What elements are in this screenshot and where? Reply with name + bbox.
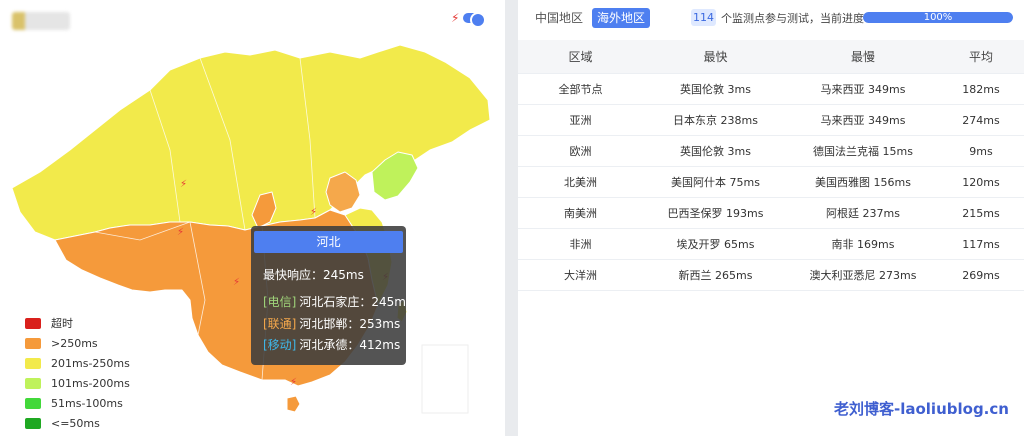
node-lightning-icon: ⚡: [310, 207, 317, 218]
legend-label: 201ms-250ms: [51, 356, 130, 370]
legend-label: 51ms-100ms: [51, 396, 123, 410]
results-table: 区域 最快 最慢 平均 全部节点 英国伦敦 3ms 马来西亚 349ms 182…: [518, 40, 1024, 291]
table-row[interactable]: 北美洲 美国阿什本 75ms 美国西雅图 156ms 120ms: [518, 167, 1024, 198]
tooltip-title: 河北: [254, 231, 403, 253]
legend-label: 超时: [51, 317, 73, 330]
legend-swatch: [25, 377, 41, 389]
legend-label: 101ms-200ms: [51, 376, 130, 390]
cell-slowest: 美国西雅图 156ms: [815, 176, 911, 189]
cell-average: 9ms: [969, 144, 993, 158]
cell-region: 北美洲: [564, 176, 597, 189]
province-hainan[interactable]: [286, 395, 301, 413]
cell-slowest: 马来西亚 349ms: [820, 83, 906, 96]
tab-overseas[interactable]: 海外地区: [592, 8, 651, 28]
cell-fastest: 美国阿什本 75ms: [671, 176, 760, 189]
legend-swatch: [25, 357, 41, 369]
map-panel: ⚡ ⚡ ⚡ ⚡ ⚡ ⚡ 超时 >250ms 201ms-250ms 101ms-…: [0, 0, 505, 436]
progress-label: 100%: [923, 12, 953, 23]
cell-average: 120ms: [962, 175, 1000, 189]
legend-swatch: [25, 417, 41, 429]
table-row[interactable]: 南美洲 巴西圣保罗 193ms 阿根廷 237ms 215ms: [518, 198, 1024, 229]
cell-fastest: 埃及开罗 65ms: [676, 238, 755, 251]
south-china-sea-inset: [421, 344, 469, 414]
cell-average: 117ms: [962, 237, 1000, 251]
column-header[interactable]: 区域: [518, 40, 643, 73]
cell-fastest: 日本东京 238ms: [673, 114, 758, 127]
legend-swatch: [25, 397, 41, 409]
cell-region: 全部节点: [558, 83, 603, 96]
table-row[interactable]: 大洋洲 新西兰 265ms 澳大利亚悉尼 273ms 269ms: [518, 260, 1024, 291]
cell-average: 182ms: [962, 82, 1000, 96]
cell-slowest: 阿根廷 237ms: [826, 207, 900, 220]
cell-region: 南美洲: [564, 207, 597, 220]
legend-item[interactable]: 超时: [25, 313, 130, 333]
table-header: 区域 最快 最慢 平均: [518, 40, 1024, 74]
legend-swatch: [25, 337, 41, 349]
cell-slowest: 德国法兰克福 15ms: [813, 145, 913, 158]
legend-item[interactable]: >250ms: [25, 333, 130, 353]
isp-tag: [电信]: [263, 295, 297, 309]
column-header[interactable]: 平均: [938, 40, 1024, 73]
cell-region: 非洲: [569, 238, 592, 251]
results-panel: 中国地区 海外地区 114 个监测点参与测试，当前进度： 100% 区域 最快 …: [518, 0, 1024, 436]
legend-item[interactable]: 101ms-200ms: [25, 373, 130, 393]
table-row[interactable]: 亚洲 日本东京 238ms 马来西亚 349ms 274ms: [518, 105, 1024, 136]
node-lightning-icon: ⚡: [290, 377, 297, 388]
legend-item[interactable]: 201ms-250ms: [25, 353, 130, 373]
cell-fastest: 新西兰 265ms: [678, 269, 753, 282]
legend-item[interactable]: <=50ms: [25, 413, 130, 433]
cell-average: 269ms: [962, 268, 1000, 282]
tab-china[interactable]: 中国地区: [535, 9, 583, 26]
cell-region: 亚洲: [569, 114, 592, 127]
tooltip-fastest: 最快响应：245ms: [263, 268, 364, 282]
cell-average: 274ms: [962, 113, 1000, 127]
progress-bar: 100%: [863, 12, 1013, 23]
isp-tag: [移动]: [263, 338, 297, 352]
cell-slowest: 澳大利亚悉尼 273ms: [809, 269, 917, 282]
node-lightning-icon: ⚡: [177, 227, 184, 238]
column-header[interactable]: 最快: [643, 40, 788, 73]
legend-item[interactable]: 51ms-100ms: [25, 393, 130, 413]
column-header[interactable]: 最慢: [788, 40, 938, 73]
legend-swatch: [25, 317, 41, 329]
cell-slowest: 马来西亚 349ms: [820, 114, 906, 127]
table-row[interactable]: 欧洲 英国伦敦 3ms 德国法兰克福 15ms 9ms: [518, 136, 1024, 167]
isp-result: 河北石家庄：245ms: [299, 295, 413, 309]
cell-region: 大洋洲: [564, 269, 597, 282]
panel-divider: [505, 0, 518, 436]
cell-region: 欧洲: [569, 145, 592, 158]
province-region-north[interactable]: [11, 44, 491, 241]
isp-result: 河北承德：412ms: [299, 338, 401, 352]
cell-slowest: 南非 169ms: [831, 238, 895, 251]
watermark-text: 老刘博客-laoliublog.cn: [834, 400, 1009, 418]
isp-result: 河北邯郸：253ms: [299, 317, 401, 331]
node-lightning-icon: ⚡: [233, 277, 240, 288]
map-tooltip: 河北 最快响应：245ms [电信] 河北石家庄：245ms [联通] 河北邯郸：2…: [251, 226, 412, 365]
cell-fastest: 巴西圣保罗 193ms: [667, 207, 764, 220]
cell-average: 215ms: [962, 206, 1000, 220]
map-legend: 超时 >250ms 201ms-250ms 101ms-200ms 51ms-1…: [25, 313, 130, 433]
legend-label: <=50ms: [51, 416, 100, 430]
tooltip-line: [电信] 河北石家庄：245ms: [263, 293, 412, 310]
node-count-badge: 114: [691, 9, 716, 26]
table-row[interactable]: 全部节点 英国伦敦 3ms 马来西亚 349ms 182ms: [518, 74, 1024, 105]
progress-caption: 个监测点参与测试，当前进度：: [721, 12, 875, 25]
tooltip-line: [移动] 河北承德：412ms: [263, 336, 400, 353]
cell-fastest: 英国伦敦 3ms: [680, 83, 751, 96]
table-row[interactable]: 非洲 埃及开罗 65ms 南非 169ms 117ms: [518, 229, 1024, 260]
isp-tag: [联通]: [263, 317, 297, 331]
cell-fastest: 英国伦敦 3ms: [680, 145, 751, 158]
legend-label: >250ms: [51, 336, 98, 350]
node-lightning-icon: ⚡: [180, 179, 187, 190]
tooltip-line: [联通] 河北邯郸：253ms: [263, 315, 400, 332]
